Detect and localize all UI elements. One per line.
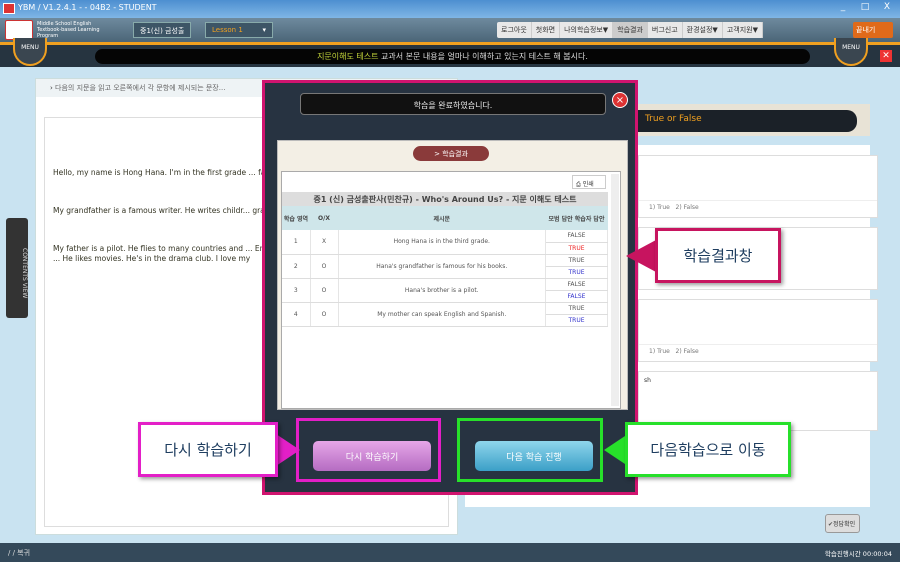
model-answer: FALSE (545, 230, 608, 243)
results-table: 학습 영역 O/X 제시문 모범 답안 학습자 답안 1 X Hong Hana is i… (282, 206, 608, 327)
lesson-dropdown[interactable]: Lesson 1 ▾ (205, 22, 273, 38)
model-answer: FALSE (545, 278, 608, 291)
toolbar-bug-report[interactable]: 버그신고 (648, 22, 683, 38)
section-title: True or False (635, 110, 857, 132)
status-bar: / / 복귀 학습진행시간 00:00:04 (0, 543, 900, 562)
user-answer: TRUE (545, 314, 608, 327)
row-ox: X (310, 230, 339, 255)
question-text: sh (644, 377, 651, 384)
toolbar-home[interactable]: 첫화면 (532, 22, 561, 38)
callout-next: 다음학습으로 이동 (625, 422, 791, 477)
modal-title: 학습을 완료하였습니다. (300, 93, 606, 115)
col-header: 모범 답안 학습자 답안 (545, 206, 608, 230)
row-number: 3 (282, 278, 311, 303)
callout-retry: 다시 학습하기 (138, 422, 278, 477)
row-ox: O (310, 254, 339, 279)
model-answer: TRUE (545, 302, 608, 315)
option-false[interactable]: 2) False (676, 348, 699, 355)
retry-highlight (296, 418, 441, 482)
user-answer: TRUE (545, 266, 608, 279)
toolbar-results[interactable]: 학습결과 (613, 22, 648, 38)
toolbar-my-info[interactable]: 나의학습정보▼ (560, 22, 614, 38)
next-highlight (457, 418, 603, 482)
row-ox: O (310, 278, 339, 303)
table-row: 2 O Hana's grandfather is famous for his b… (282, 254, 608, 279)
col-header: O/X (310, 206, 338, 230)
callout-results: 학습결과창 (655, 228, 781, 283)
logo-text: Middle School English Textbook-based Lea… (37, 21, 100, 39)
app-icon (3, 3, 15, 14)
close-icon[interactable]: × (612, 92, 628, 108)
status-left: / / 복귀 (8, 549, 31, 557)
table-row: 4 O My mother can speak English and Spanis… (282, 302, 608, 327)
row-number: 1 (282, 230, 311, 255)
app-header: Middle School English Textbook-based Lea… (0, 18, 900, 42)
check-answer-label: 정답확인 (833, 521, 856, 528)
results-table-area: ⎙ 인쇄 중1 (신) 금성출판사(민찬규) - Who's Around Us… (281, 171, 621, 409)
close-icon[interactable]: ✕ (880, 50, 892, 62)
table-row: 3 O Hana's brother is a pilot. FALSE (282, 278, 608, 303)
instruction-text: 지문이해도 테스트 교과서 본문 내용을 얼마나 이해하고 있는지 테스트 해 … (95, 49, 810, 64)
col-header: 제시문 (338, 206, 546, 230)
table-row: 1 X Hong Hana is in the third grade. FALSE (282, 230, 608, 255)
question-options[interactable]: 1) True 2) False (639, 200, 877, 214)
window-titlebar: YBM / V1.2.4.1 - - 04B2 - STUDENT (0, 0, 900, 18)
results-box: > 학습결과 ⎙ 인쇄 중1 (신) 금성출판사(민찬규) - Who's Ar… (277, 140, 628, 410)
question-options[interactable]: 1) True 2) False (639, 344, 877, 358)
exit-button[interactable]: 끝내기 (853, 22, 893, 38)
logo (5, 20, 33, 40)
option-false[interactable]: 2) False (676, 204, 699, 211)
model-answer: TRUE (545, 254, 608, 267)
question-1: 1) True 2) False (638, 155, 878, 218)
maximize-button[interactable]: □ (854, 2, 876, 15)
table-title: 중1 (신) 금성출판사(민찬규) - Who's Around Us? - 지… (282, 192, 608, 206)
instruction-bar: 지문이해도 테스트 교과서 본문 내용을 얼마나 이해하고 있는지 테스트 해 … (0, 45, 900, 67)
row-number: 4 (282, 302, 311, 327)
contents-view-tab[interactable]: CONTENTS VIEW (6, 218, 28, 318)
toolbar-settings[interactable]: 환경설정▼ (683, 22, 723, 38)
row-statement: Hana's brother is a pilot. (338, 278, 546, 303)
question-3: 1) True 2) False (638, 299, 878, 362)
toolbar: 로그아웃 첫화면 나의학습정보▼ 학습결과 버그신고 환경설정▼ 고객지원▼ (497, 22, 763, 38)
study-timer: 학습진행시간 00:00:04 (824, 550, 892, 558)
results-tab-button[interactable]: > 학습결과 (413, 146, 489, 161)
user-answer: TRUE (545, 242, 608, 255)
row-number: 2 (282, 254, 311, 279)
close-window-button[interactable]: X (876, 2, 898, 15)
chevron-right-icon[interactable]: › (50, 84, 53, 92)
row-ox: O (310, 302, 339, 327)
scrollbar[interactable] (611, 174, 619, 406)
book-selector[interactable]: 중1(신) 금성출 (133, 22, 192, 38)
instruction-highlight: 지문이해도 테스트 (317, 52, 379, 61)
printer-icon: ⎙ (576, 181, 581, 188)
user-answer: FALSE (545, 290, 608, 303)
lesson-label: Lesson 1 (212, 26, 243, 34)
toolbar-logout[interactable]: 로그아웃 (497, 22, 532, 38)
instruction-body: 교과서 본문 내용을 얼마나 이해하고 있는지 테스트 해 봅시다. (378, 52, 588, 61)
print-label: 인쇄 (582, 181, 594, 188)
arrow-right-icon (276, 434, 300, 466)
chevron-down-icon: ▾ (262, 26, 266, 34)
print-button[interactable]: ⎙ 인쇄 (572, 175, 606, 189)
window-title: YBM / V1.2.4.1 - - 04B2 - STUDENT (18, 3, 157, 12)
minimize-button[interactable]: _ (832, 2, 854, 15)
row-statement: My mother can speak English and Spanish. (338, 302, 546, 327)
option-true[interactable]: 1) True (649, 204, 670, 211)
arrow-left-icon (626, 240, 656, 272)
row-statement: Hana's grandfather is famous for his boo… (338, 254, 546, 279)
option-true[interactable]: 1) True (649, 348, 670, 355)
col-header: 학습 영역 (282, 206, 310, 230)
row-statement: Hong Hana is in the third grade. (338, 230, 546, 255)
check-answer-button[interactable]: ✔정답확인 (825, 514, 860, 533)
passage-instruction: 다음의 지문을 읽고 오른쪽에서 각 문항에 제시되는 문장... (55, 84, 226, 92)
toolbar-support[interactable]: 고객지원▼ (723, 22, 763, 38)
